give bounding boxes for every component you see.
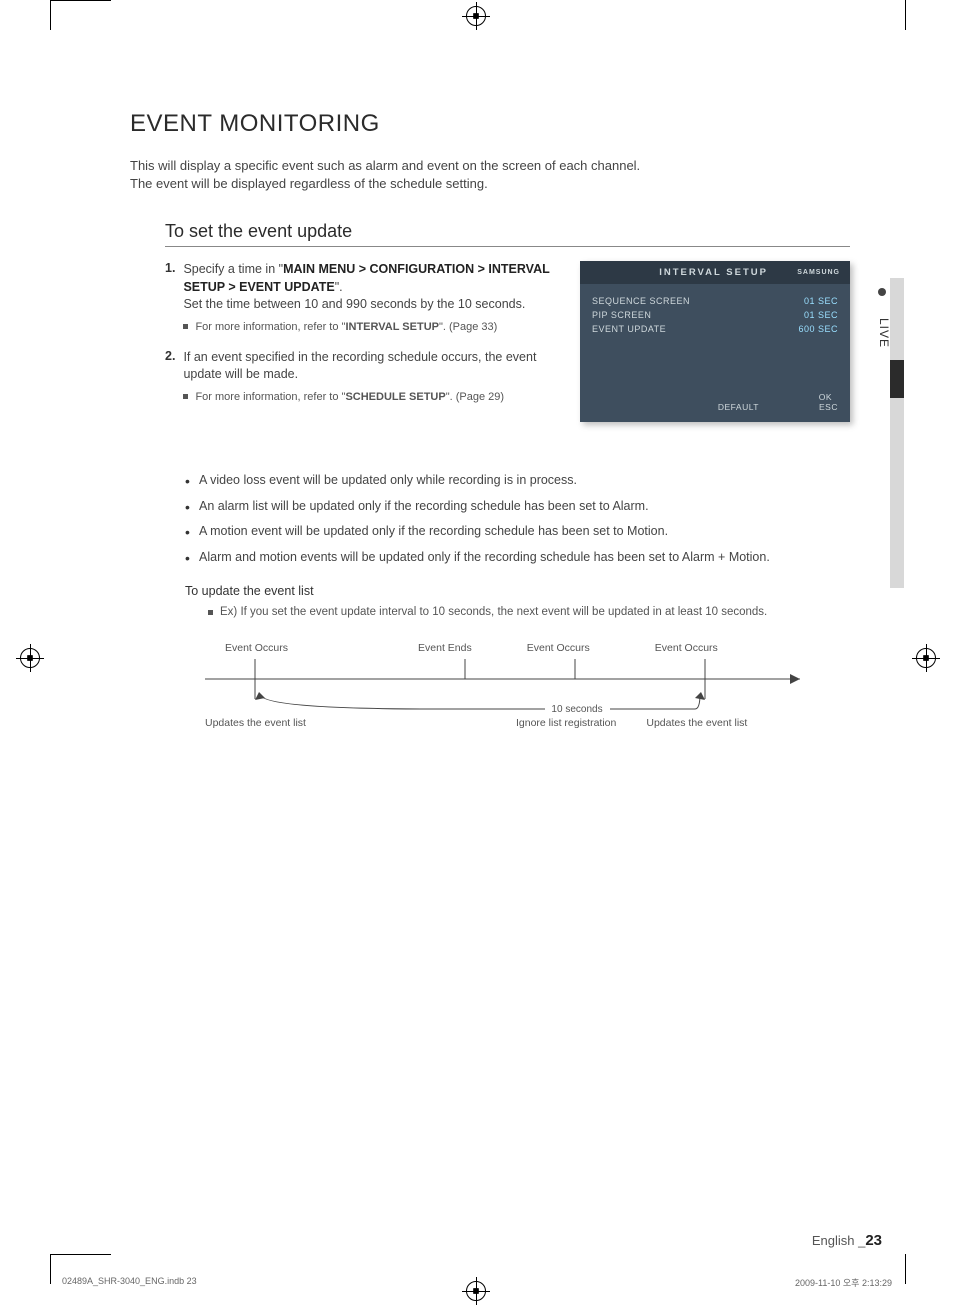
osd-row-value: 600 SEC <box>798 324 838 334</box>
bullet: A motion event will be updated only if t… <box>185 523 850 541</box>
osd-row: SEQUENCE SCREEN 01 SEC <box>592 294 838 308</box>
sub-title: To update the event list <box>185 584 850 598</box>
osd-row: PIP SCREEN 01 SEC <box>592 308 838 322</box>
side-tab: LIVE <box>872 258 902 588</box>
osd-default: DEFAULT <box>718 402 759 412</box>
step-2: 2. If an event specified in the recordin… <box>165 349 566 405</box>
side-tab-label: LIVE <box>877 318 891 348</box>
registration-mark-icon <box>916 648 936 668</box>
osd-row-label: PIP SCREEN <box>592 310 651 320</box>
sub-heading: To set the event update <box>165 221 850 247</box>
registration-mark-icon <box>466 6 486 26</box>
osd-panel: INTERVAL SETUP SAMSUNG SEQUENCE SCREEN 0… <box>580 261 850 422</box>
svg-text:10 seconds: 10 seconds <box>551 704 602 714</box>
timeline-label: Event Occurs <box>527 642 590 654</box>
timeline-label: Event Occurs <box>655 642 718 654</box>
dot-icon <box>878 288 886 296</box>
osd-row-label: EVENT UPDATE <box>592 324 666 334</box>
step-number: 2. <box>165 349 175 405</box>
registration-mark-icon <box>20 648 40 668</box>
note: For more information, refer to "SCHEDULE… <box>183 390 566 405</box>
step-1: 1. Specify a time in "MAIN MENU > CONFIG… <box>165 261 566 335</box>
osd-logo: SAMSUNG <box>797 269 840 276</box>
timeline-label: Event Ends <box>418 642 472 654</box>
timeline-label: Event Occurs <box>225 642 288 654</box>
osd-row-label: SEQUENCE SCREEN <box>592 296 690 306</box>
intro-line: The event will be displayed regardless o… <box>130 176 850 191</box>
timeline-label: Ignore list registration <box>516 717 616 729</box>
note: For more information, refer to "INTERVAL… <box>183 320 566 335</box>
osd-esc: ESC <box>819 402 838 412</box>
section-title: EVENT MONITORING <box>130 110 850 138</box>
intro-line: This will display a specific event such … <box>130 158 850 173</box>
timeline-label: Updates the event list <box>205 717 306 729</box>
osd-title: INTERVAL SETUP <box>630 267 797 278</box>
timeline-diagram: Event Occurs Event Ends Event Occurs Eve… <box>185 642 825 729</box>
step-number: 1. <box>165 261 175 335</box>
osd-row: EVENT UPDATE 600 SEC <box>592 322 838 336</box>
timeline-svg: 10 seconds <box>185 654 825 714</box>
page-footer: English _23 <box>812 1232 882 1249</box>
osd-row-value: 01 SEC <box>804 310 838 320</box>
step-text: ". <box>335 280 343 294</box>
bullet: A video loss event will be updated only … <box>185 472 850 490</box>
osd-row-value: 01 SEC <box>804 296 838 306</box>
example-text: Ex) If you set the event update interval… <box>208 606 850 618</box>
osd-ok: OK <box>592 392 838 402</box>
step-text: Specify a time in " <box>183 262 283 276</box>
timeline-label: Updates the event list <box>646 717 747 729</box>
bullet: An alarm list will be updated only if th… <box>185 498 850 516</box>
bullet: Alarm and motion events will be updated … <box>185 549 850 567</box>
step-text: Set the time between 10 and 990 seconds … <box>183 297 525 311</box>
step-text: If an event specified in the recording s… <box>183 350 536 382</box>
